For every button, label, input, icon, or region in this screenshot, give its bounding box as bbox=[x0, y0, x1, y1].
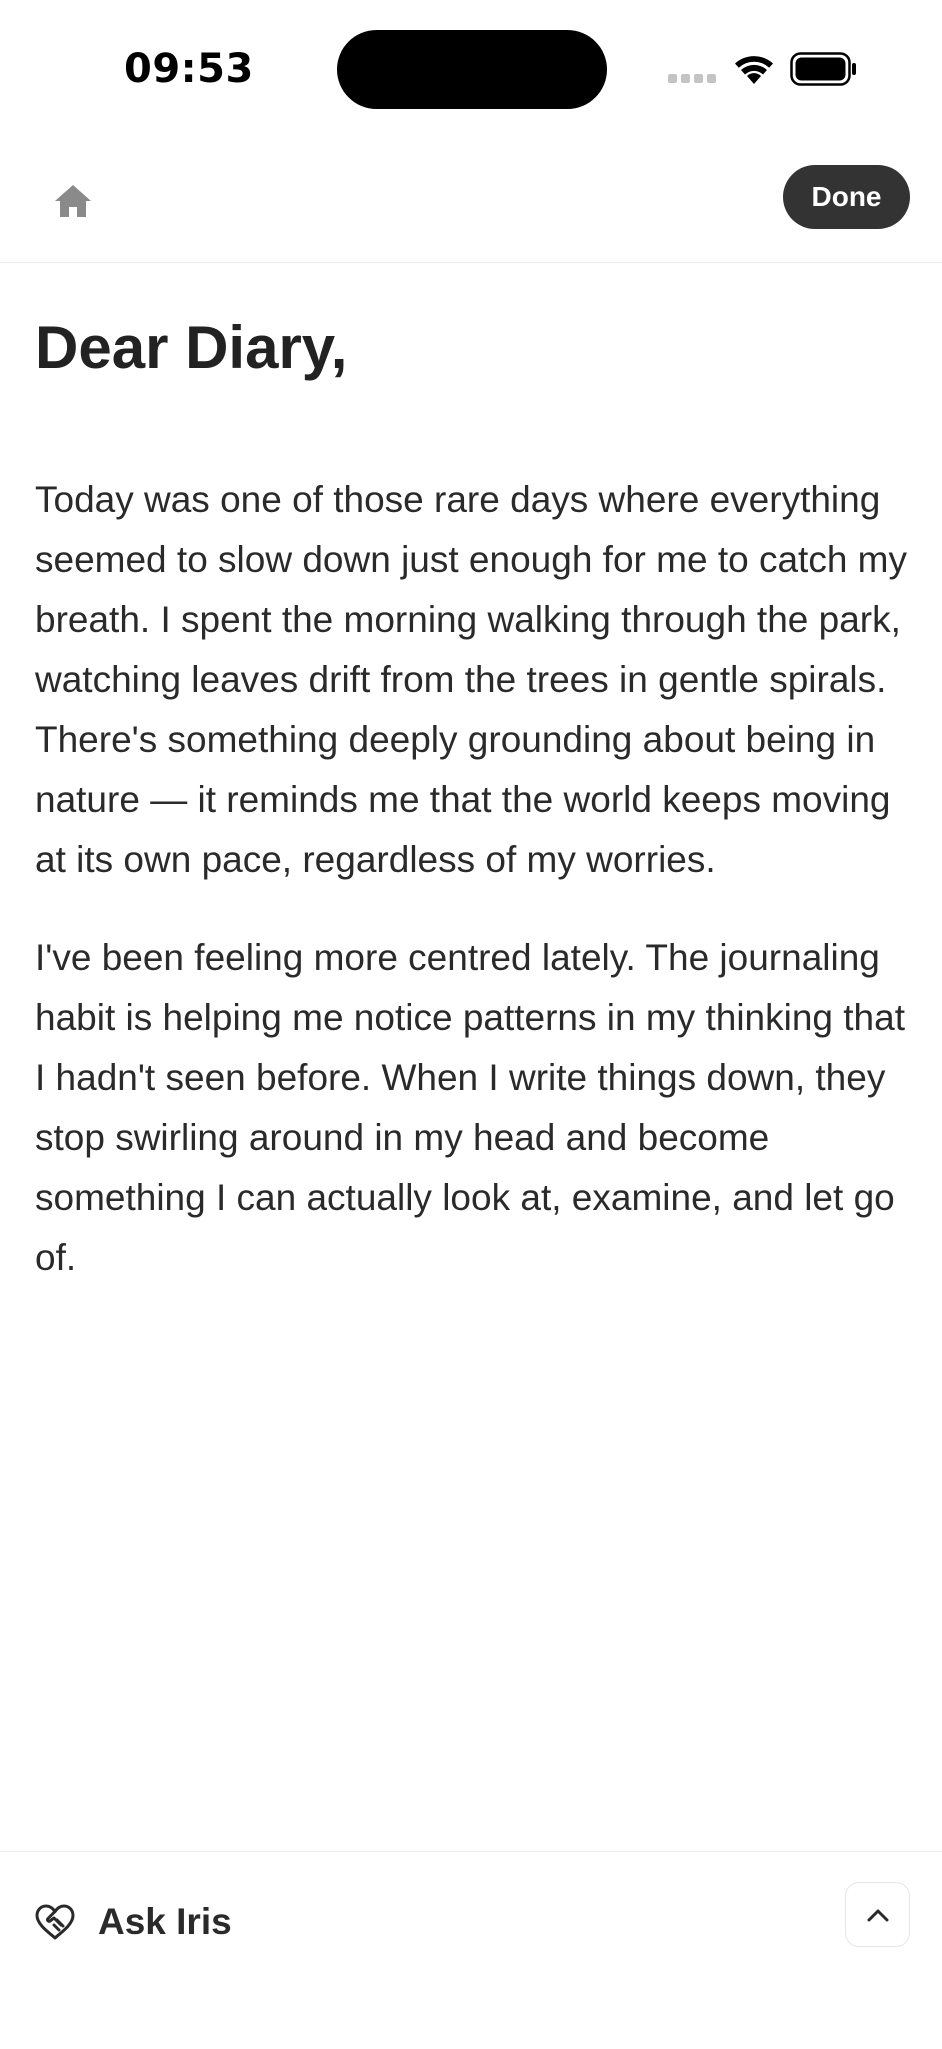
heart-handshake-icon bbox=[35, 1904, 75, 1940]
entry-paragraph[interactable]: Today was one of those rare days where e… bbox=[35, 470, 915, 890]
ask-iris-button[interactable]: Ask Iris bbox=[34, 1892, 232, 1952]
bottom-bar: Ask Iris bbox=[0, 1851, 942, 2049]
home-icon bbox=[55, 185, 91, 217]
entry-paragraph[interactable]: I've been feeling more centred lately. T… bbox=[35, 928, 915, 1288]
entry-title[interactable]: Dear Diary, bbox=[35, 300, 915, 396]
top-nav: Done bbox=[0, 140, 942, 263]
done-button[interactable]: Done bbox=[783, 165, 910, 229]
diary-entry[interactable]: Dear Diary, Today was one of those rare … bbox=[35, 300, 915, 1288]
status-bar: 09:53 bbox=[0, 0, 942, 140]
ask-iris-label: Ask Iris bbox=[98, 1901, 232, 1942]
status-time: 09:53 bbox=[124, 46, 254, 92]
dynamic-island bbox=[337, 30, 607, 109]
chevron-up-icon bbox=[867, 1909, 888, 1921]
signal-icon bbox=[668, 74, 718, 84]
battery-icon bbox=[790, 52, 858, 91]
wifi-icon bbox=[732, 52, 776, 91]
home-button[interactable] bbox=[48, 176, 98, 226]
expand-button[interactable] bbox=[845, 1882, 910, 1947]
